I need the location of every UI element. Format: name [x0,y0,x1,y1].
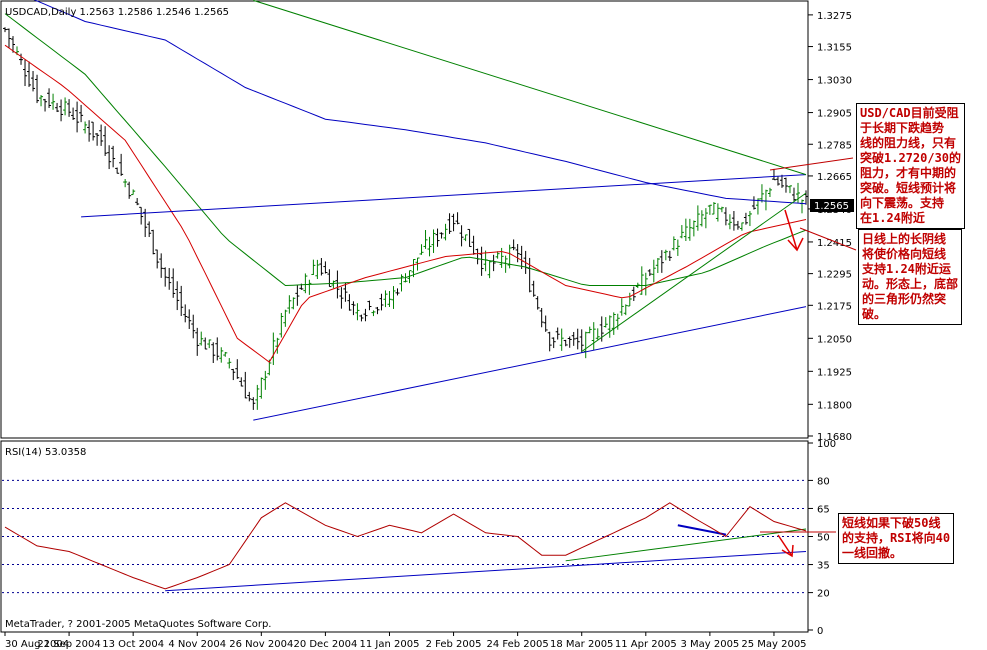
time-tick-label: 13 Oct 2004 [102,639,164,650]
time-tick-label: 4 Nov 2004 [168,639,226,650]
time-tick-label: 18 Mar 2005 [550,639,613,650]
time-tick-label: 21 Sep 2004 [37,639,100,650]
rsi-tick-label: 20 [817,589,830,600]
time-axis: 30 Aug 200421 Sep 2004 13 Oct 2004 4 Nov 2… [4,632,807,650]
rsi-axis: 100 80 65 50 35 20 0 [808,439,836,637]
price-tick-label: 1.1925 [817,367,852,378]
price-tick-label: 1.2175 [817,301,852,312]
rsi-tick-label: 80 [817,476,830,487]
time-tick-label: 26 Nov 2004 [229,639,293,650]
rsi-tick-label: 0 [817,626,823,637]
rsi-tick-label: 35 [817,561,830,572]
price-axis: 1.3275 1.3155 1.3030 1.2905 1.2785 1.2665 1.25… [808,11,852,443]
time-tick-label: 11 Jan 2005 [360,639,420,650]
time-tick-label: 25 May 2005 [741,639,806,650]
annotation-resistance: USD/CAD目前受阻 于长期下跌趋势 线的阻力线，只有 突破1.2720/30… [856,103,966,229]
time-tick-label: 2 Feb 2005 [426,639,482,650]
price-tick-label: 1.2785 [817,140,852,151]
price-tick-label: 1.2415 [817,238,852,249]
price-panel [0,0,809,439]
price-tick-label: 1.2905 [817,109,852,120]
price-tick-label: 1.2050 [817,334,852,345]
rsi-tick-label: 65 [817,504,830,515]
price-tick-label: 1.3030 [817,76,852,87]
chart-header: USDCAD,Daily 1.2563 1.2586 1.2546 1.2565 [5,7,229,18]
price-tick-label: 1.2665 [817,172,852,183]
current-price-label: 1.2565 [814,201,849,212]
price-tick-label: 1.3275 [817,11,852,22]
price-tick-label: 1.1800 [817,400,852,411]
price-tick-label: 1.2295 [817,270,852,281]
time-tick-label: 20 Dec 2004 [293,639,357,650]
rsi-header: RSI(14) 53.0358 [5,447,86,458]
time-tick-label: 24 Feb 2005 [487,639,549,650]
annotation-support: 日线上的长阴线 将使价格向短线 支持1.24附近运 动。形态上，底部 的三角形仍… [858,229,963,325]
copyright-text: MetaTrader, ? 2001-2005 MetaQuotes Softw… [5,619,271,630]
rsi-tick-label: 50 [817,533,830,544]
annotation-rsi: 短线如果下破50线 的支持，RSI将向40 一线回撤。 [838,513,955,564]
time-tick-label: 3 May 2005 [680,639,739,650]
price-tick-label: 1.3155 [817,43,852,54]
rsi-tick-label: 100 [817,439,836,450]
time-tick-label: 11 Apr 2005 [615,639,677,650]
